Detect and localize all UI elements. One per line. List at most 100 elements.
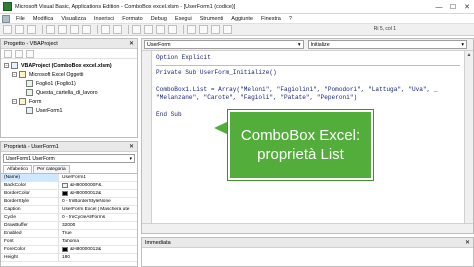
property-row[interactable]: Caption UserForm Excel | Maschera ute [1, 206, 137, 214]
paste-icon[interactable] [70, 25, 79, 34]
property-row[interactable]: ForeColor &H80000012& [1, 246, 137, 254]
horizontal-scrollbar[interactable] [142, 223, 473, 233]
tab-alfabetico[interactable]: Alfabetico [3, 165, 33, 173]
menu-visualizza[interactable]: Visualizza [57, 16, 90, 22]
vertical-scrollbar[interactable]: ▲ [464, 51, 473, 223]
toolbar-divider [97, 25, 98, 34]
standard-toolbar: Ri 5, col 1 [0, 24, 474, 36]
menu-strumenti[interactable]: Strumenti [196, 16, 228, 22]
minimize-button[interactable]: — [432, 0, 446, 14]
property-value[interactable]: 180 [59, 255, 137, 260]
reset-icon[interactable] [156, 25, 165, 34]
procedure-combo[interactable]: Initialize ▾ [307, 40, 467, 49]
view-excel-icon[interactable] [3, 25, 12, 34]
color-swatch [62, 247, 68, 252]
toolbox-icon[interactable] [223, 25, 232, 34]
close-icon[interactable]: ✕ [129, 143, 134, 150]
design-mode-icon[interactable] [168, 25, 177, 34]
collapse-icon[interactable]: − [12, 99, 17, 104]
project-explorer-title-text: Progetto - VBAProject [4, 40, 58, 47]
collapse-icon[interactable]: − [4, 63, 9, 68]
collapse-icon[interactable]: − [12, 72, 17, 77]
color-swatch [62, 183, 68, 188]
property-value[interactable]: UserForm1 [59, 175, 137, 180]
workbook-icon [26, 89, 33, 96]
maximize-button[interactable]: ☐ [446, 0, 460, 14]
property-name: Enabled [1, 230, 59, 237]
code-line: "Melanzane", "Carote", "Fagioli", "Patat… [156, 94, 358, 101]
menu-esegui[interactable]: Esegui [171, 16, 196, 22]
property-value-cell[interactable]: &H80000012& [59, 247, 137, 252]
object-combo[interactable]: UserForm ▾ [144, 40, 304, 49]
close-icon[interactable]: ✕ [465, 239, 470, 246]
pause-icon[interactable] [144, 25, 153, 34]
menu-formato[interactable]: Formato [118, 16, 146, 22]
property-value[interactable]: Tahoma [59, 239, 137, 244]
property-value[interactable]: 32000 [59, 223, 137, 228]
code-line: ComboBox1.List = Array("Meloni", "Fagiol… [156, 85, 438, 93]
title-bar: Microsoft Visual Basic, Applications Edi… [0, 0, 474, 14]
menu-file[interactable]: File [12, 16, 29, 22]
object-browser-icon[interactable] [211, 25, 220, 34]
tree-item-userform1[interactable]: UserForm1 [4, 106, 134, 115]
scroll-up-icon[interactable]: ▲ [465, 51, 473, 60]
tree-item-form-folder[interactable]: − Form [4, 97, 134, 106]
menu-debug[interactable]: Debug [147, 16, 171, 22]
properties-title: Proprietà - UserForm1 ✕ [1, 142, 137, 152]
copy-icon[interactable] [58, 25, 67, 34]
property-row[interactable]: Font Tahoma [1, 238, 137, 246]
property-row[interactable]: Height 180 [1, 254, 137, 262]
property-row[interactable]: BorderStyle 0 - fmBorderStyleNone [1, 198, 137, 206]
menu-help[interactable]: ? [285, 16, 296, 22]
property-value-cell[interactable]: &H80000012& [59, 191, 137, 196]
project-tree: − VBAProject (ComboBox excel.xlsm) − Mic… [1, 59, 137, 117]
redo-icon[interactable] [113, 25, 122, 34]
property-row[interactable]: BackColor &H8000000F& [1, 182, 137, 190]
tree-item-workbook[interactable]: Questa_cartella_di_lavoro [4, 88, 134, 97]
menu-aggiunte[interactable]: Aggiunte [227, 16, 257, 22]
property-value[interactable]: 0 - fmBorderStyleNone [59, 199, 137, 204]
save-icon[interactable] [27, 25, 36, 34]
immediate-title: Immediata ✕ [142, 238, 473, 248]
folder-icon [19, 71, 26, 78]
toolbar-divider [128, 25, 129, 34]
cut-icon[interactable] [46, 25, 55, 34]
tree-item-foglio1[interactable]: Foglio1 (Foglio1) [4, 79, 134, 88]
tab-per-categoria[interactable]: Per categoria [33, 165, 70, 173]
object-selector[interactable]: UserForm1 UserForm ▾ [3, 154, 135, 163]
properties-icon[interactable] [199, 25, 208, 34]
property-value-cell[interactable]: &H8000000F& [59, 183, 137, 188]
code-margin[interactable] [142, 51, 152, 223]
tree-item-label: Form [29, 98, 42, 105]
menu-modifica[interactable]: Modifica [29, 16, 57, 22]
property-row[interactable]: BorderColor &H80000012& [1, 190, 137, 198]
property-value[interactable]: True [59, 231, 137, 236]
property-row[interactable]: Cycle 0 - fmCycleAllForms [1, 214, 137, 222]
object-selector-value: UserForm1 UserForm [6, 155, 55, 162]
view-code-icon[interactable] [4, 49, 12, 58]
insert-module-icon[interactable] [15, 25, 24, 34]
toggle-folders-icon[interactable] [26, 49, 34, 58]
property-row[interactable]: (Name) UserForm1 [1, 174, 137, 182]
property-value[interactable]: 0 - fmCycleAllForms [59, 215, 137, 220]
find-icon[interactable] [82, 25, 91, 34]
view-object-icon[interactable] [15, 49, 23, 58]
menu-inserisci[interactable]: Inserisci [90, 16, 118, 22]
property-value: &H80000012& [70, 247, 102, 252]
excel-icon[interactable] [2, 14, 10, 23]
tree-item-vbaproject[interactable]: − VBAProject (ComboBox excel.xlsm) [4, 61, 134, 70]
tree-item-label: UserForm1 [36, 107, 63, 114]
userform-icon [26, 107, 33, 114]
property-row[interactable]: Enabled True [1, 230, 137, 238]
close-icon[interactable]: ✕ [129, 40, 134, 47]
property-value[interactable]: UserForm Excel | Maschera ute [59, 207, 137, 212]
property-row[interactable]: DrawBuffer 32000 [1, 222, 137, 230]
tree-item-excel-objects[interactable]: − Microsoft Excel Oggetti [4, 70, 134, 79]
menu-finestra[interactable]: Finestra [257, 16, 285, 22]
run-icon[interactable] [132, 25, 141, 34]
menu-bar: File Modifica Visualizza Inserisci Forma… [0, 14, 474, 24]
undo-icon[interactable] [101, 25, 110, 34]
project-explorer-icon[interactable] [187, 25, 196, 34]
callout-pointer [214, 121, 229, 135]
close-button[interactable]: ✕ [460, 0, 474, 14]
